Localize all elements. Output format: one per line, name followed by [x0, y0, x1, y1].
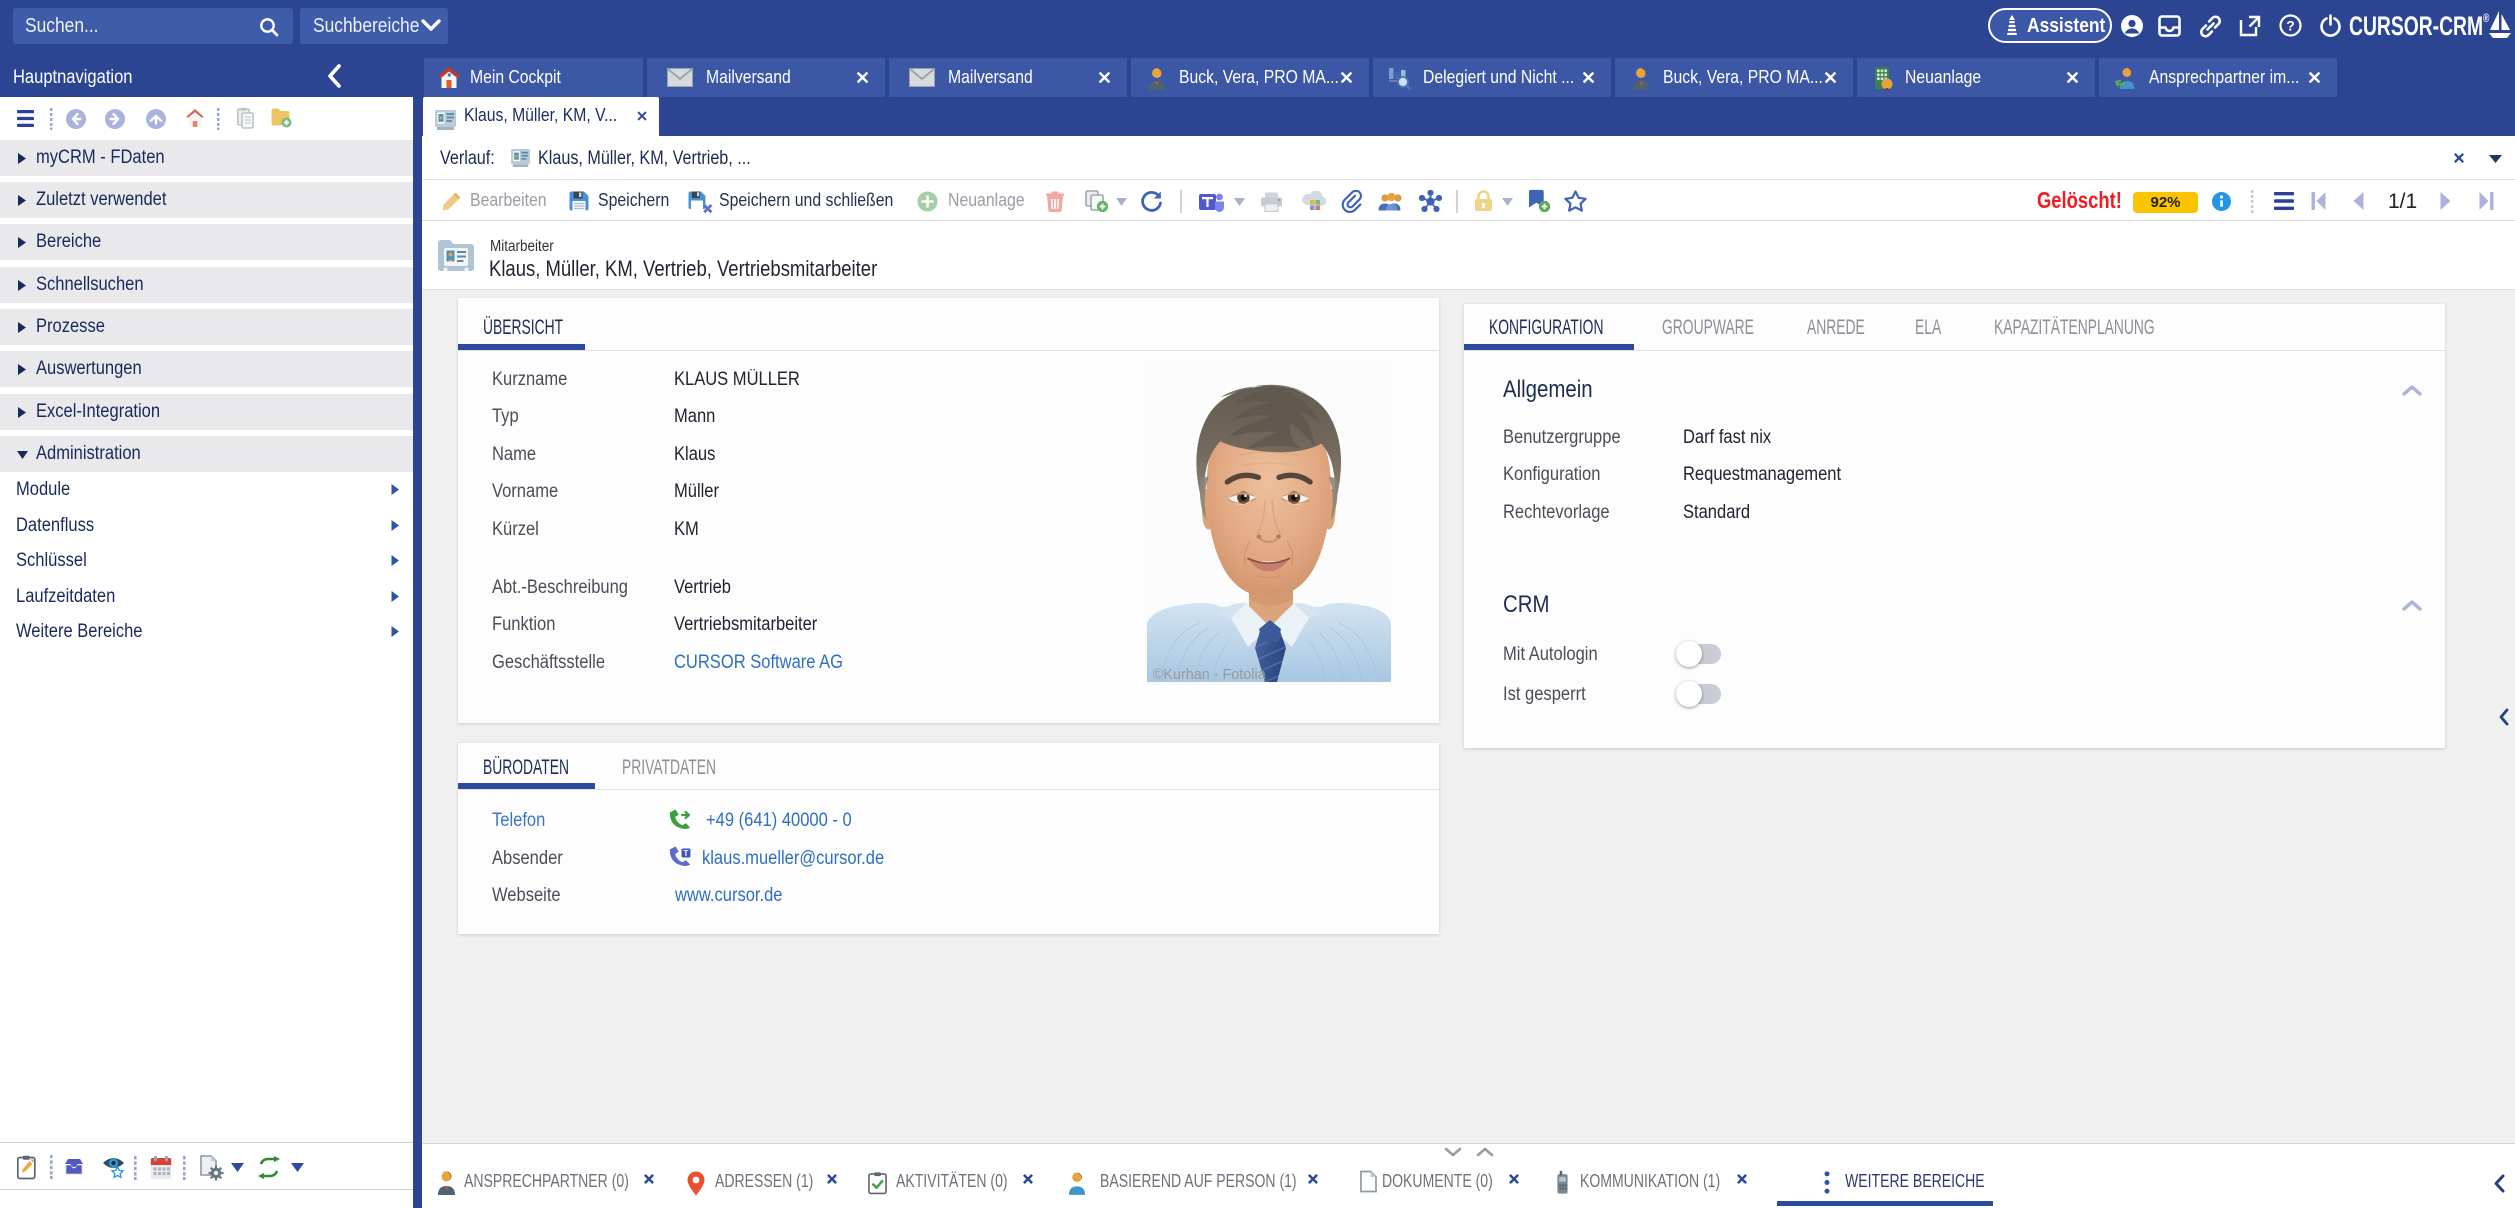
- svg-text:T: T: [684, 849, 689, 858]
- svg-text:?: ?: [2286, 18, 2295, 34]
- svg-text:©Kurhan - Fotolia: ©Kurhan - Fotolia: [1153, 667, 1267, 682]
